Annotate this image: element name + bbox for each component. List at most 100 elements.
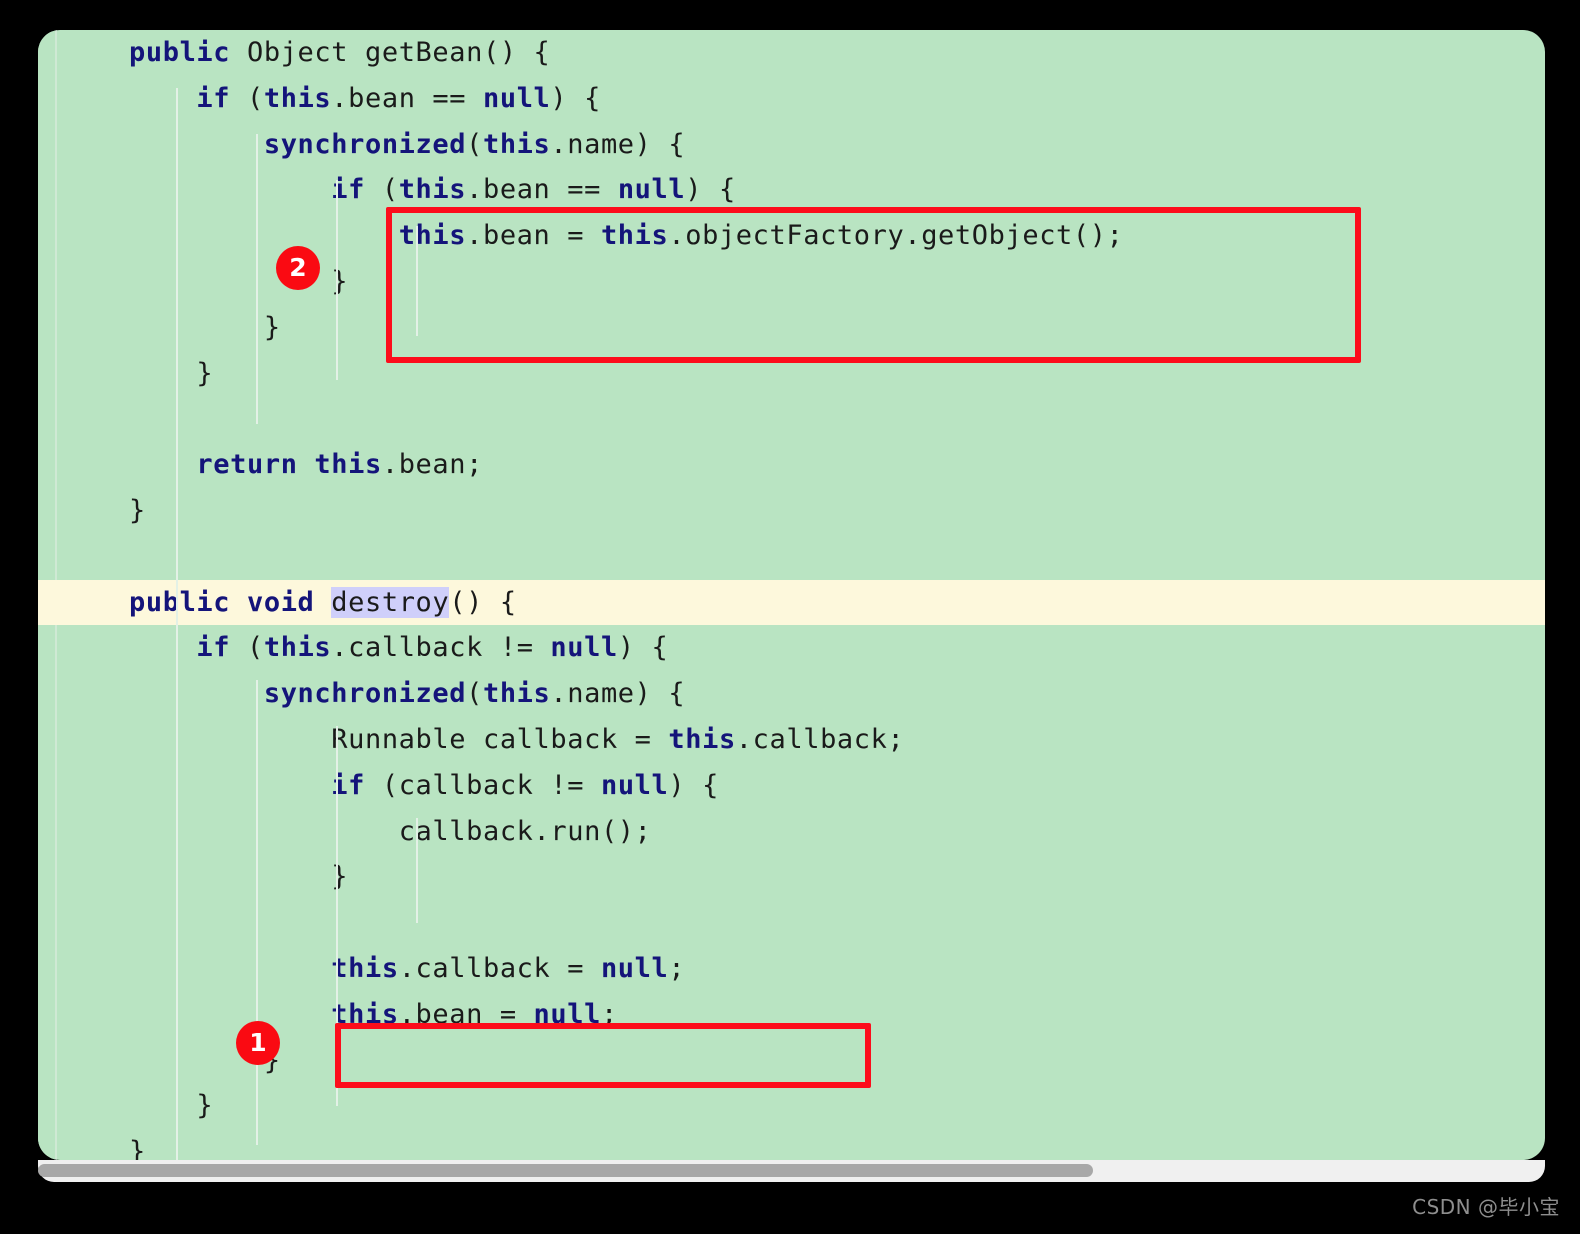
code-line[interactable]: public void destroy() {: [38, 579, 1545, 626]
code-text: () {: [449, 586, 517, 618]
code-line-text: return this.bean;: [57, 442, 483, 488]
code-line-text: synchronized(this.name) {: [57, 671, 685, 717]
code-text: .callback =: [398, 952, 601, 984]
code-line-text: public Object getBean() {: [57, 30, 550, 76]
code-line-text: }: [57, 305, 281, 351]
code-text: .name) {: [550, 128, 686, 160]
code-line[interactable]: callback.run();: [38, 809, 1545, 855]
code-line[interactable]: if (this.bean == null) {: [38, 76, 1545, 122]
annotation-badge-1: 1: [236, 1021, 280, 1065]
code-text: ) {: [550, 82, 601, 114]
code-line[interactable]: synchronized(this.name) {: [38, 122, 1545, 168]
code-keyword: this: [314, 449, 382, 481]
code-text: (callback !=: [364, 769, 601, 801]
indent-guide: [256, 680, 258, 1145]
code-keyword: null: [550, 632, 618, 664]
code-text: ) {: [668, 769, 719, 801]
code-keyword: return: [196, 449, 298, 481]
code-line[interactable]: public Object getBean() {: [38, 30, 1545, 76]
code-line-text: Runnable callback = this.callback;: [57, 717, 904, 763]
code-keyword: this: [263, 82, 332, 114]
code-text: .callback !=: [331, 632, 551, 664]
code-text: }: [129, 494, 146, 526]
code-line-text: if (this.callback != null) {: [57, 625, 668, 671]
code-line[interactable]: }: [38, 1129, 1545, 1160]
code-line[interactable]: if (callback != null) {: [38, 763, 1545, 809]
code-line-text: if (callback != null) {: [57, 763, 719, 809]
code-line-text: }: [57, 854, 348, 900]
code-keyword: null: [617, 174, 686, 206]
code-text: }: [331, 265, 349, 297]
code-line[interactable]: }: [38, 854, 1545, 900]
code-line[interactable]: [38, 396, 1545, 442]
code-editor-panel[interactable]: public Object getBean() { if (this.bean …: [38, 30, 1545, 1160]
code-line[interactable]: this.callback = null;: [38, 946, 1545, 992]
indent-guide: [336, 180, 338, 380]
code-keyword: null: [600, 769, 669, 801]
code-keyword: synchronized: [263, 678, 467, 710]
indent-guide: [176, 635, 178, 1160]
code-keyword: synchronized: [263, 128, 467, 160]
code-keyword: this: [263, 632, 332, 664]
code-text: ) {: [617, 632, 669, 664]
annotation-box-1: [335, 1023, 871, 1088]
code-text: .bean ==: [331, 82, 483, 114]
code-text: (: [230, 632, 264, 664]
code-text: Object getBean() {: [230, 37, 551, 68]
code-text: .callback;: [735, 723, 905, 755]
annotation-box-2: [386, 207, 1361, 363]
code-text: }: [331, 861, 349, 893]
code-line[interactable]: [38, 534, 1545, 580]
code-text: (: [230, 82, 264, 114]
code-line[interactable]: Runnable callback = this.callback;: [38, 717, 1545, 763]
code-keyword: null: [600, 952, 669, 984]
code-keyword: public void: [129, 586, 315, 618]
code-text: }: [196, 357, 214, 389]
watermark-text: CSDN @毕小宝: [1412, 1195, 1560, 1219]
code-text: }: [129, 1136, 146, 1160]
code-line-text: }: [57, 351, 213, 397]
code-text: ;: [668, 952, 686, 984]
selected-identifier: destroy: [331, 586, 450, 618]
code-keyword: if: [196, 632, 231, 664]
indent-guide: [416, 818, 418, 923]
code-line-text: }: [57, 1083, 213, 1129]
code-line[interactable]: return this.bean;: [38, 442, 1545, 488]
code-line[interactable]: }: [38, 1083, 1545, 1129]
code-line-text: callback.run();: [57, 809, 652, 855]
code-line[interactable]: }: [38, 488, 1545, 534]
code-lines-container[interactable]: public Object getBean() { if (this.bean …: [38, 30, 1545, 1160]
code-line[interactable]: [38, 900, 1545, 946]
code-keyword: this: [331, 952, 399, 984]
annotation-badge-2: 2: [276, 246, 320, 290]
code-text: .bean;: [381, 449, 483, 481]
code-line-text: public void destroy() {: [57, 580, 517, 626]
code-text: callback.run();: [398, 815, 652, 847]
code-keyword: this: [482, 128, 551, 160]
code-keyword: this: [398, 174, 467, 206]
code-keyword: null: [482, 82, 551, 114]
code-text: .bean ==: [466, 174, 618, 206]
code-keyword: if: [196, 82, 231, 114]
code-text: Runnable callback =: [331, 723, 669, 755]
code-line[interactable]: synchronized(this.name) {: [38, 671, 1545, 717]
horizontal-scrollbar-thumb[interactable]: [38, 1164, 1093, 1177]
indent-guide: [256, 134, 258, 424]
code-line-text: this.callback = null;: [57, 946, 685, 992]
code-text: (: [466, 128, 483, 160]
code-text: (: [364, 174, 399, 206]
code-line-text: }: [57, 1129, 146, 1160]
horizontal-scrollbar-track[interactable]: [38, 1160, 1545, 1182]
code-line-text: if (this.bean == null) {: [57, 76, 601, 122]
code-keyword: public: [129, 37, 231, 68]
code-text: .name) {: [550, 678, 686, 710]
code-keyword: this: [668, 723, 736, 755]
code-text: }: [196, 1090, 214, 1122]
code-line-text: }: [57, 488, 146, 534]
code-text: ) {: [685, 174, 736, 206]
code-line[interactable]: if (this.callback != null) {: [38, 625, 1545, 671]
code-text: }: [263, 311, 281, 343]
code-line-text: synchronized(this.name) {: [57, 122, 685, 168]
